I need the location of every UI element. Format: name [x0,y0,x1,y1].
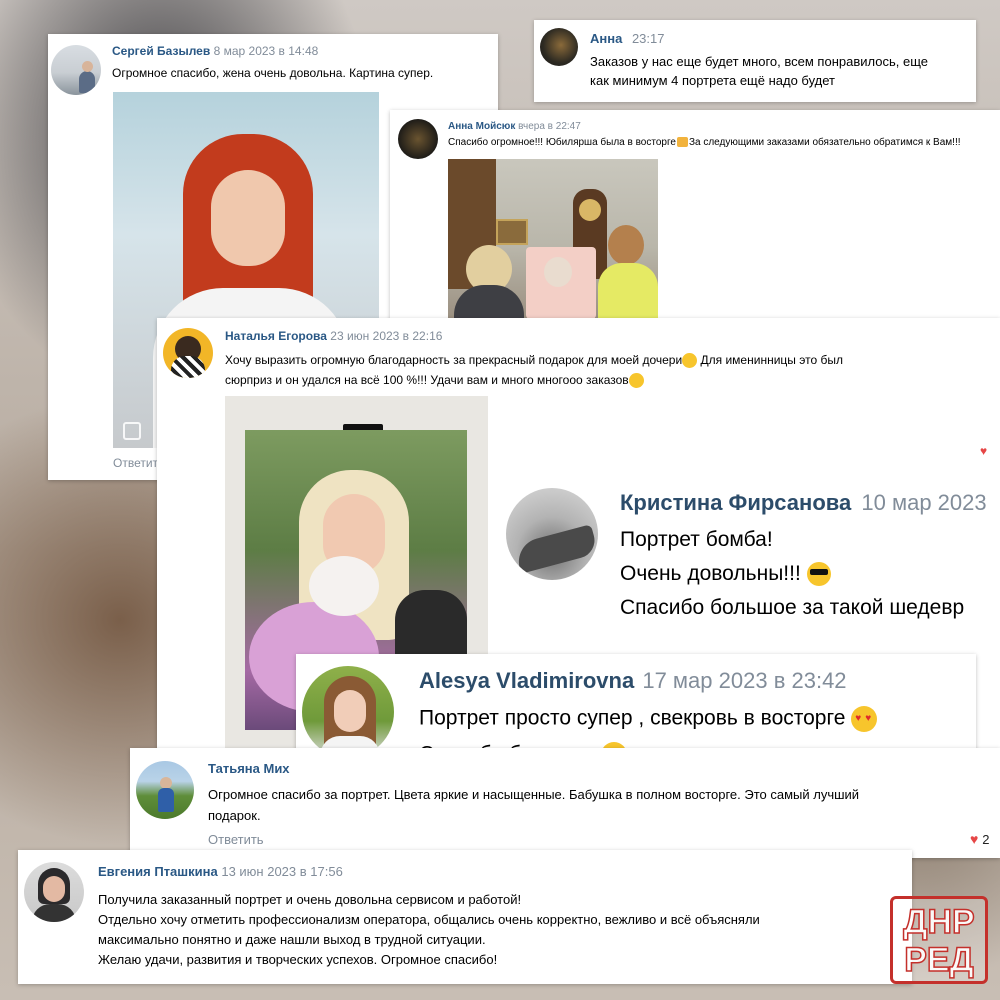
comment-author[interactable]: Наталья Егорова [225,329,327,343]
comment-author[interactable]: Анна [590,31,622,46]
thumbs-up-icon [676,137,688,148]
watermark-line-1: ДНР [903,902,976,942]
avatar[interactable] [540,28,578,66]
comment-author[interactable]: Татьяна Мих [208,761,290,776]
comment-text: Хочу выразить огромную благодарность за … [225,353,683,367]
comment-card-tatyana: Татьяна Мих Огромное спасибо за портрет.… [130,748,1000,858]
comment-date[interactable]: вчера в 22:47 [518,121,581,132]
comment-date[interactable]: 8 мар 2023 в 14:48 [214,44,319,58]
comment-author[interactable]: Alesya Vladimirovna [419,668,634,693]
comment-text: Получила заказанный портрет и очень дово… [98,892,760,967]
comment-author[interactable]: Евгения Пташкина [98,864,218,879]
comment-text: Очень довольны!!! [620,562,801,585]
comment-card-kristina: Кристина Фирсанова 10 мар 2023 Портрет б… [490,466,1000,634]
heart-eyes-emoji-icon: ♥ ♥ [851,706,878,732]
heart-icon[interactable]: ♥ [980,444,987,458]
comment-text: Портрет бомба! [620,528,773,551]
avatar[interactable] [163,328,213,378]
like-count: 2 [982,832,990,847]
avatar[interactable] [24,862,84,922]
sunglasses-emoji-icon [806,562,831,587]
comment-text: Спасибо огромное!!! Юбилярша была в вост… [448,137,676,148]
comment-text: Портрет просто супер , свекровь в востор… [419,706,846,730]
comment-author[interactable]: Анна Мойсюк [448,121,515,132]
comment-text-continued: За следующими заказами обязательно обрат… [688,137,961,148]
avatar[interactable] [302,666,394,758]
reply-link[interactable]: Ответить [208,832,264,847]
watermark-line-2: РЕД [903,940,974,980]
comment-author[interactable]: Кристина Фирсанова [620,490,851,515]
comment-card-anna-moysyuk: Анна Мойсюк вчера в 22:47 Спасибо огромн… [390,110,1000,328]
comment-text: Огромное спасибо за портрет. Цвета яркие… [208,787,860,823]
comment-date[interactable]: 13 июн 2023 в 17:56 [221,864,342,879]
photo-count-icon [123,422,141,440]
comment-card-anna: Анна 23:17 Заказов у нас еще будет много… [534,20,976,102]
comment-text: Для именинницы это был [697,353,843,367]
comment-date[interactable]: 10 мар 2023 [861,490,986,515]
family-photo[interactable] [448,159,658,319]
comment-text: Огромное спасибо, жена очень довольна. К… [112,66,434,80]
avatar[interactable] [51,45,101,95]
comment-text: Спасибо большое за такой шедевр [620,596,965,619]
heart-icon: ♥ [970,831,979,847]
tongue-emoji-icon [628,373,644,389]
like-button[interactable]: ♥ 2 [970,831,989,847]
avatar[interactable] [136,761,194,819]
avatar[interactable] [398,119,438,159]
comment-text: Заказов у нас еще будет много, всем понр… [590,54,928,88]
avatar[interactable] [506,488,598,580]
comment-date[interactable]: 23:17 [632,31,665,46]
blushing-emoji-icon [682,353,698,369]
watermark-logo: ДНР РЕД [890,896,988,984]
comment-date[interactable]: 17 мар 2023 в 23:42 [642,668,846,693]
comment-card-evgeniya: Евгения Пташкина 13 июн 2023 в 17:56 Пол… [18,850,912,984]
comment-author[interactable]: Сергей Базылев [112,44,210,58]
comment-date[interactable]: 23 июн 2023 в 22:16 [330,329,442,343]
comment-text: сюрприз и он удался на всё 100 %!!! Удач… [225,373,629,387]
